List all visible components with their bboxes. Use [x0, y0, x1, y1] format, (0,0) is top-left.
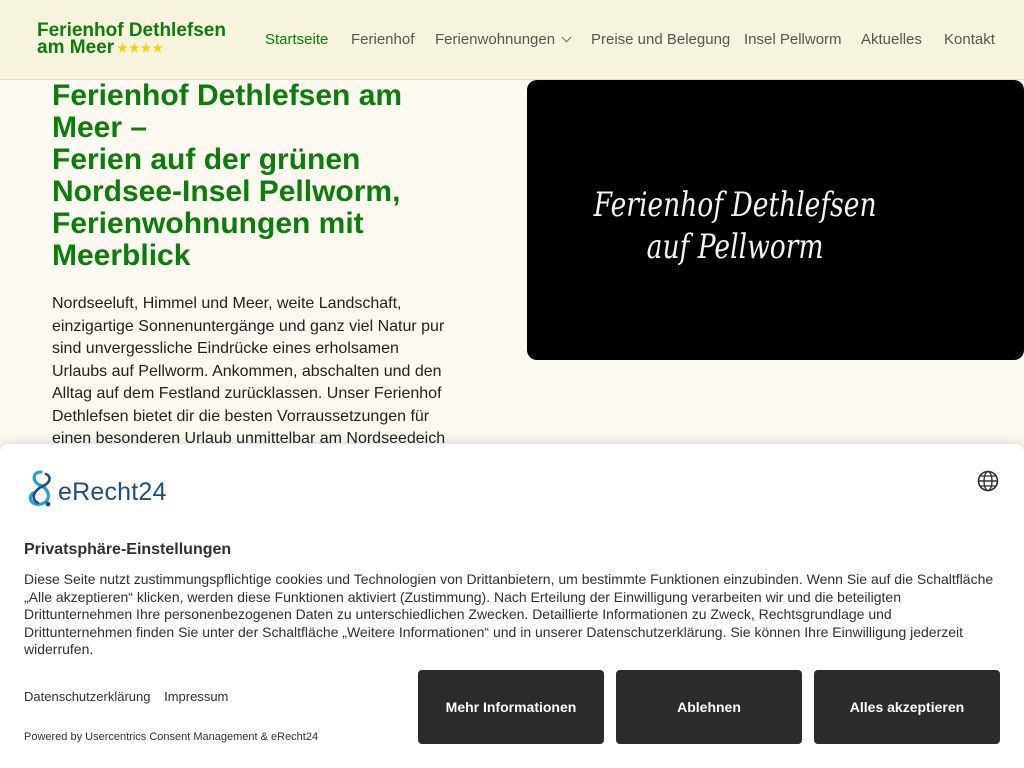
consent-title: Privatsphäre-Einstellungen	[24, 541, 232, 558]
intro-video[interactable]: Ferienhof Dethlefsen auf Pellworm	[527, 80, 1024, 360]
chevron-down-icon	[561, 32, 572, 43]
nav-item-aktuelles[interactable]: Aktuelles	[861, 31, 922, 48]
globe-icon[interactable]	[977, 470, 999, 492]
decline-button[interactable]: Ablehnen	[616, 670, 802, 744]
nav-item-kontakt[interactable]: Kontakt	[944, 31, 995, 48]
consent-banner: eRecht24 Privatsphäre-Einstellungen Dies…	[0, 444, 1024, 768]
intro-text: Nordseeluft, Himmel und Meer, weite Land…	[52, 295, 446, 447]
erecht24-brand-name: eRecht24	[58, 478, 167, 506]
consent-links: Datenschutzerklärung Impressum	[24, 689, 238, 704]
nav-item-ferienwohnungen[interactable]: Ferienwohnungen	[435, 31, 572, 48]
imprint-link[interactable]: Impressum	[164, 689, 228, 704]
nav-item-insel-pellworm[interactable]: Insel Pellworm	[744, 31, 842, 48]
erecht24-logo-icon	[28, 470, 51, 507]
page-title: Ferienhof Dethlefsen am Meer – Ferien au…	[52, 80, 472, 272]
powered-by-text: Powered by Usercentrics Consent Manageme…	[24, 731, 319, 743]
nav-item-ferienhof[interactable]: Ferienhof	[351, 31, 414, 48]
video-caption: Ferienhof Dethlefsen auf Pellworm	[583, 184, 887, 268]
nav-item-ferienwohnungen-label: Ferienwohnungen	[435, 31, 556, 48]
page-title-line-2: Ferien auf der grünen Nordsee-Insel Pell…	[52, 143, 401, 272]
video-caption-line-2: auf Pellworm	[646, 227, 824, 267]
video-caption-line-1: Ferienhof Dethlefsen	[593, 185, 877, 225]
privacy-policy-link[interactable]: Datenschutzerklärung	[24, 689, 150, 704]
nav-item-startseite[interactable]: Startseite	[265, 31, 328, 48]
nav-item-preise[interactable]: Preise und Belegung	[591, 31, 730, 48]
accept-all-button[interactable]: Alles akzeptieren	[814, 670, 1000, 744]
more-information-button[interactable]: Mehr Informationen	[418, 670, 604, 744]
site-header: Ferienhof Dethlefsen am Meer ★★★★ Startse…	[0, 0, 1024, 80]
main-nav: Startseite Ferienhof Ferienwohnungen Pre…	[0, 31, 1024, 51]
page-title-line-1: Ferienhof Dethlefsen am Meer –	[52, 79, 403, 144]
consent-text: Diese Seite nutzt zustimmungspflichtige …	[24, 571, 994, 657]
